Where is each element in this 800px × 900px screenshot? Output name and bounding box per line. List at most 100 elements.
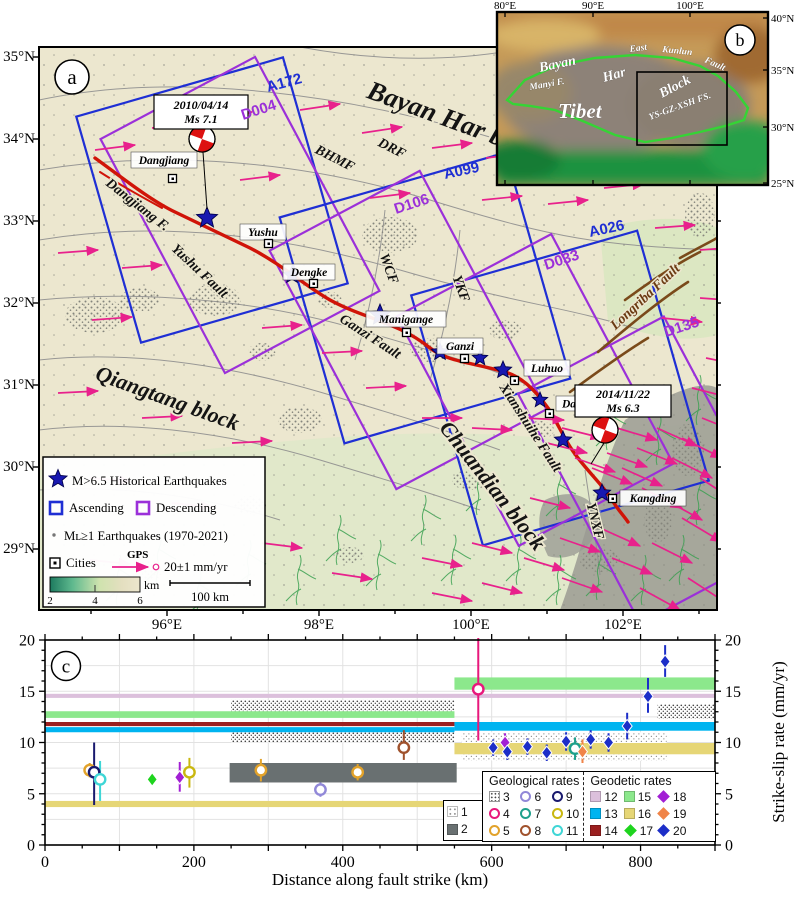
y-tick-label: 10 bbox=[19, 735, 35, 752]
chart-legend-item-18: 18 bbox=[657, 788, 686, 805]
inset-lat-label: 25°N bbox=[771, 178, 794, 190]
chart-legend-item-13: 13 bbox=[590, 805, 619, 822]
chart-legend-item-label: 12 bbox=[604, 789, 617, 805]
lat-label: 30°N bbox=[3, 459, 35, 475]
chart-legend-item-16: 16 bbox=[624, 805, 653, 822]
city-label: Dangjiang bbox=[138, 155, 190, 167]
diamond-swatch-icon bbox=[657, 824, 670, 837]
solid-swatch-icon bbox=[624, 791, 635, 802]
y-tick-label: 5 bbox=[27, 786, 35, 803]
chart-legend-item-11: 11 bbox=[552, 822, 579, 839]
rate-band-series-3 bbox=[658, 705, 715, 719]
chart-legend-item-label: 4 bbox=[503, 806, 510, 822]
chart-x-axis-title: Distance along fault strike (km) bbox=[272, 870, 488, 889]
rate-band-series-16 bbox=[45, 801, 458, 807]
lat-label: 33°N bbox=[3, 213, 35, 229]
chart-legend-item-19: 19 bbox=[657, 805, 686, 822]
y-tick-label-right: 15 bbox=[725, 684, 741, 701]
city-label: Kangding bbox=[629, 493, 677, 505]
city-label: Ganzi bbox=[446, 341, 475, 353]
event-annotation-2014: 2014/11/22 Ms 6.3 bbox=[575, 385, 671, 417]
chart-legend-item-8: 8 bbox=[520, 822, 547, 839]
panel-label-a: a bbox=[67, 65, 77, 89]
rate-band-series-15 bbox=[45, 711, 454, 718]
chart-panel: 02004006008000055101015152020 c Distance… bbox=[19, 633, 788, 890]
scale-bar-label: 100 km bbox=[191, 590, 229, 604]
chart-legend: Geological rates 34567891011 Geodetic ra… bbox=[482, 771, 716, 842]
legend-gps-label: GPS bbox=[127, 549, 148, 561]
rate-band-series-3 bbox=[231, 700, 454, 711]
colorbar-tick: 6 bbox=[137, 595, 143, 607]
solid-swatch-icon bbox=[590, 791, 601, 802]
lon-label: 98°E bbox=[304, 617, 334, 633]
chart-legend-item-label: 11 bbox=[566, 823, 578, 839]
city-label: Yushu bbox=[248, 227, 278, 239]
chart-legend-item-label: 13 bbox=[604, 806, 617, 822]
chart-legend-item-label: 16 bbox=[638, 806, 651, 822]
y-tick-label-right: 0 bbox=[725, 838, 733, 855]
chart-legend-geological-title: Geological rates bbox=[489, 774, 579, 788]
inset-lat-label: 30°N bbox=[771, 122, 794, 134]
lat-label: 34°N bbox=[3, 131, 35, 147]
city-label: Manigange bbox=[378, 314, 433, 326]
event-annotation-2010: 2010/04/14 Ms 7.1 bbox=[154, 95, 248, 129]
chart-legend-item-label: 17 bbox=[640, 823, 653, 839]
chart-legend-item-label: 3 bbox=[503, 789, 510, 805]
solid-swatch-icon bbox=[624, 808, 635, 819]
chart-legend-item-label: 9 bbox=[566, 789, 573, 805]
city-label: Luhuo bbox=[530, 363, 563, 375]
x-tick-label: 400 bbox=[331, 854, 355, 871]
inset-lat-label: 40°N bbox=[771, 13, 794, 25]
event-magnitude: Ms 6.3 bbox=[605, 401, 639, 415]
chart-legend-item-label: 19 bbox=[673, 806, 686, 822]
figure-svg: Dangjiang Yushu Dengke Manigange bbox=[0, 0, 800, 900]
chart-legend-item-17: 17 bbox=[624, 822, 653, 839]
chart-y-axis-title: Strike-slip rate (mm/yr) bbox=[769, 661, 788, 822]
chart-legend-geodetic: Geodetic rates 121314151617181920 bbox=[583, 772, 690, 841]
point-series-4 bbox=[473, 684, 483, 694]
colorbar-tick: 4 bbox=[92, 595, 98, 607]
lat-label: 35°N bbox=[3, 49, 35, 65]
legend-ascending-label: Ascending bbox=[69, 501, 124, 515]
seismicity-cluster bbox=[685, 193, 715, 237]
inset-label-tibet: Tibet bbox=[558, 99, 603, 123]
lon-label: 100°E bbox=[452, 617, 490, 633]
circle-swatch-icon bbox=[552, 825, 563, 836]
chart-legend-item-label: 15 bbox=[638, 789, 651, 805]
inset-lon-label: 100°E bbox=[676, 0, 704, 12]
event-magnitude: Ms 7.1 bbox=[183, 112, 217, 126]
point-series-11 bbox=[95, 774, 105, 784]
point-series-10 bbox=[184, 767, 194, 777]
point-series-17 bbox=[147, 773, 157, 786]
point-series-20 bbox=[660, 655, 670, 668]
point-series-8 bbox=[399, 742, 409, 752]
chart-legend-item-label: 5 bbox=[503, 823, 510, 839]
rate-band-series-14 bbox=[45, 722, 454, 726]
y-tick-label-right: 10 bbox=[725, 735, 741, 752]
chart-legend-item-label: 1 bbox=[461, 804, 468, 820]
circle-swatch-icon bbox=[520, 808, 531, 819]
solid-swatch-icon bbox=[590, 825, 601, 836]
rate-band-series-12 bbox=[45, 694, 715, 698]
circle-swatch-icon bbox=[489, 808, 500, 819]
chart-legend-item-7: 7 bbox=[520, 805, 547, 822]
chart-legend-side-box: 12 bbox=[443, 800, 484, 841]
chart-legend-item-15: 15 bbox=[624, 788, 653, 805]
colorbar-unit: km bbox=[144, 578, 160, 592]
seismicity-cluster bbox=[336, 547, 364, 563]
x-tick-label: 0 bbox=[41, 854, 49, 871]
point-series-5 bbox=[256, 765, 266, 775]
figure-page: Dangjiang Yushu Dengke Manigange bbox=[0, 0, 800, 900]
y-tick-label: 0 bbox=[27, 838, 35, 855]
circle-swatch-icon bbox=[552, 791, 563, 802]
chart-legend-item-20: 20 bbox=[657, 822, 686, 839]
legend-historical-label: M>6.5 Historical Earthquakes bbox=[72, 474, 227, 488]
hatch-dense-swatch-icon bbox=[489, 791, 500, 802]
lon-label: 96°E bbox=[152, 617, 182, 633]
y-tick-label-right: 20 bbox=[725, 633, 741, 650]
chart-legend-item-label: 20 bbox=[673, 823, 686, 839]
chart-legend-item-label: 8 bbox=[534, 823, 541, 839]
colorbar-tick: 2 bbox=[47, 595, 53, 607]
rate-band-series-13 bbox=[45, 727, 454, 732]
legend-descending-label: Descending bbox=[156, 501, 217, 515]
